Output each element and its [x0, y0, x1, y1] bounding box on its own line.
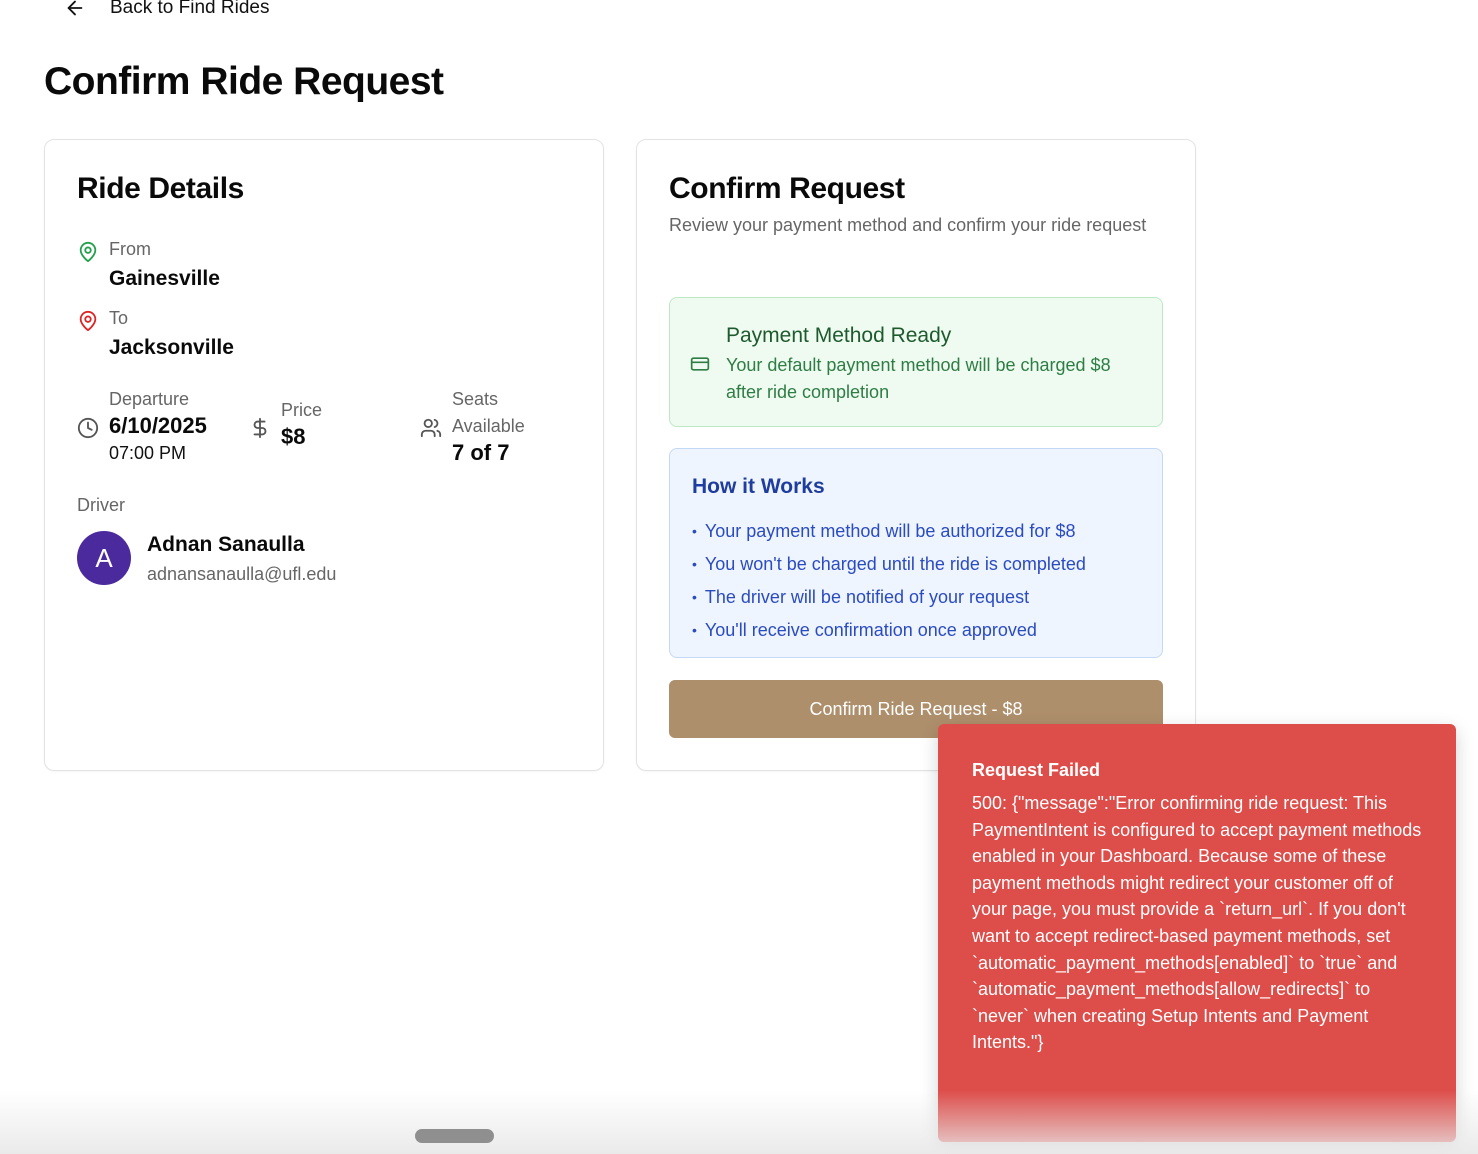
from-label: From: [109, 239, 151, 259]
bottom-fade: [0, 1090, 1478, 1154]
dollar-icon: [253, 417, 267, 439]
how-it-works-title: How it Works: [692, 475, 825, 498]
seats-stat: Seats Available 7 of 7: [420, 386, 580, 476]
to-value: Jacksonville: [109, 336, 234, 359]
departure-label: Departure: [109, 389, 190, 409]
list-item: The driver will be notified of your requ…: [692, 581, 1086, 614]
driver-name: Adnan Sanaulla: [147, 533, 305, 556]
back-link-label: Back to Find Rides: [110, 0, 270, 18]
departure-time: 07:00 PM: [109, 443, 187, 463]
arrow-left-icon: [67, 0, 83, 16]
price-value: $8: [281, 424, 306, 449]
departure-date: 6/10/2025: [109, 413, 207, 438]
toast-message: 500: {"message":"Error confirming ride r…: [972, 793, 1422, 1053]
list-item: You won't be charged until the ride is c…: [692, 548, 1086, 581]
ride-details-title: Ride Details: [77, 172, 244, 205]
payment-method-description: Your default payment method will be char…: [726, 355, 1111, 402]
users-icon: [420, 418, 442, 438]
confirm-request-title: Confirm Request: [669, 172, 905, 205]
payment-method-title: Payment Method Ready: [726, 324, 952, 347]
error-toast[interactable]: Request Failed 500: {"message":"Error co…: [938, 724, 1456, 1142]
list-item: You'll receive confirmation once approve…: [692, 614, 1086, 647]
how-it-works-box: How it Works Your payment method will be…: [669, 448, 1163, 658]
how-it-works-list: Your payment method will be authorized f…: [692, 515, 1086, 647]
map-pin-icon: [79, 310, 97, 332]
clock-icon: [77, 417, 99, 439]
payment-method-box: Payment Method Ready Your default paymen…: [669, 297, 1163, 427]
price-label: Price: [281, 400, 323, 420]
to-label: To: [109, 308, 129, 328]
map-pin-icon: [79, 241, 97, 263]
horizontal-scrollbar-thumb[interactable]: [415, 1129, 494, 1143]
seats-label-line2: Available: [452, 416, 525, 436]
seats-label-line1: Seats: [452, 389, 499, 409]
driver-label: Driver: [77, 495, 125, 515]
toast-title: Request Failed: [972, 760, 1101, 780]
confirm-request-subtitle: Review your payment method and confirm y…: [669, 215, 1147, 235]
departure-stat: Departure 6/10/2025 07:00 PM: [77, 386, 247, 476]
back-to-find-rides-link[interactable]: Back to Find Rides: [64, 0, 269, 19]
page-title: Confirm Ride Request: [44, 60, 444, 103]
avatar: A: [77, 531, 131, 585]
from-value: Gainesville: [109, 267, 220, 290]
seats-value: 7 of 7: [452, 440, 510, 465]
ride-details-card: Ride Details From Gainesville To Jackson…: [44, 139, 604, 771]
confirm-request-card: Confirm Request Review your payment meth…: [636, 139, 1196, 771]
list-item: Your payment method will be authorized f…: [692, 515, 1086, 548]
credit-card-icon: [690, 357, 710, 371]
driver-email: adnansanaulla@ufl.edu: [147, 564, 337, 584]
price-stat: Price $8: [249, 397, 389, 457]
